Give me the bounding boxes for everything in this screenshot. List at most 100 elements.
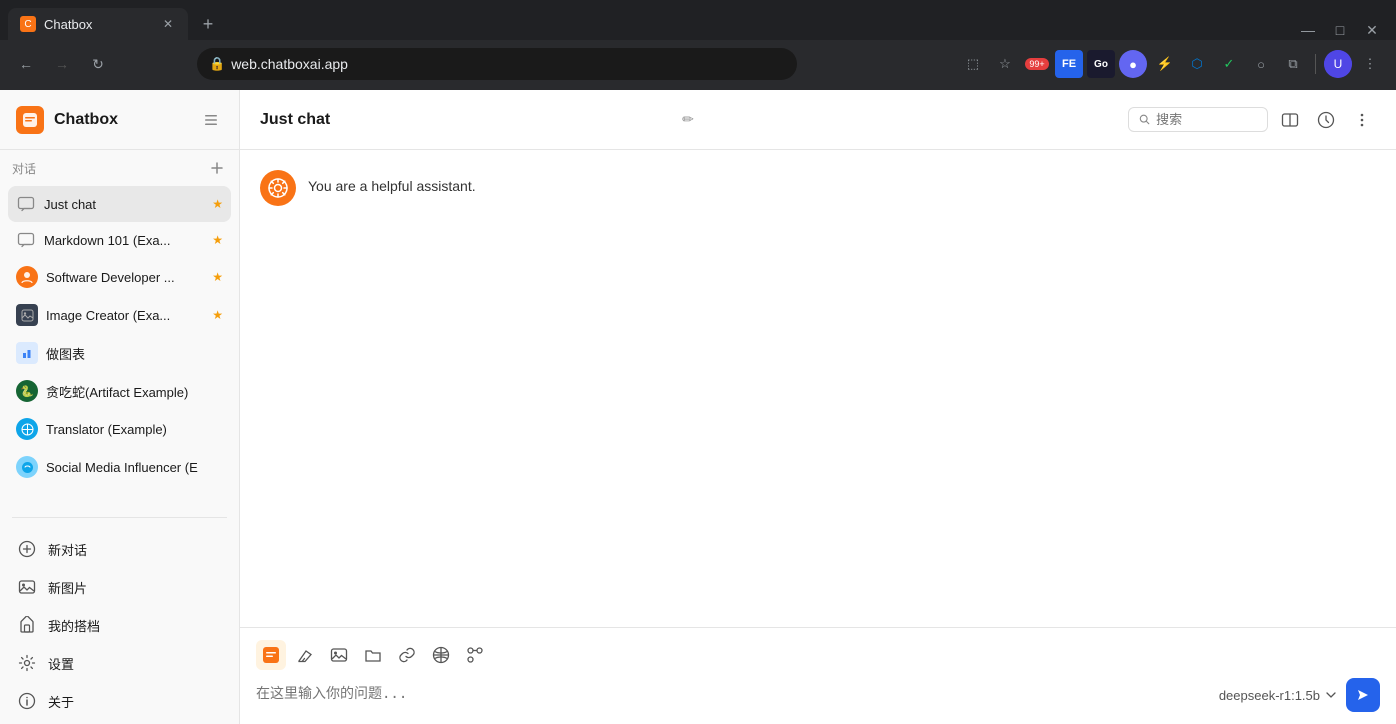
search-input[interactable] — [1156, 112, 1257, 127]
new-chat-label: 新对话 — [48, 540, 87, 559]
tab-favicon: C — [20, 16, 36, 32]
new-chat-icon — [16, 538, 38, 560]
history-button[interactable] — [1312, 106, 1340, 134]
chat-avatar — [16, 418, 38, 440]
about-label: 关于 — [48, 692, 74, 711]
chat-avatar — [16, 266, 38, 288]
section-label: 对话 — [12, 158, 227, 178]
ext-lightning-icon[interactable]: ⚡ — [1151, 50, 1179, 78]
chat-item-star: ★ — [212, 308, 223, 322]
model-name: deepseek-r1:1.5b — [1219, 688, 1320, 703]
sidebar: Chatbox 对话 — [0, 90, 240, 724]
chat-item-translator[interactable]: Translator (Example) — [8, 410, 231, 448]
ext-circle-icon[interactable]: ● — [1119, 50, 1147, 78]
chat-avatar — [16, 342, 38, 364]
chat-item-label: Software Developer ... — [46, 270, 204, 285]
search-box[interactable] — [1128, 107, 1268, 132]
search-icon — [1139, 113, 1150, 126]
chat-item-markdown[interactable]: Markdown 101 (Exa... ★ — [8, 222, 231, 258]
app-logo — [16, 106, 44, 134]
new-image-icon — [16, 576, 38, 598]
system-avatar — [260, 170, 296, 206]
chat-item-star: ★ — [212, 197, 223, 211]
close-window-button[interactable]: ✕ — [1364, 22, 1380, 38]
chat-item-label: Image Creator (Exa... — [46, 308, 204, 323]
model-selector[interactable]: deepseek-r1:1.5b — [1219, 688, 1338, 703]
system-avatar-icon — [268, 178, 288, 198]
ext-circle2-icon[interactable]: ○ — [1247, 50, 1275, 78]
new-tab-button[interactable]: + — [192, 8, 224, 40]
chat-list: Just chat ★ Markdown 101 (Exa... ★ — [0, 186, 239, 509]
chat-item-social-media[interactable]: Social Media Influencer (E — [8, 448, 231, 486]
chat-item-snake[interactable]: 🐍 贪吃蛇(Artifact Example) — [8, 372, 231, 410]
maximize-button[interactable]: □ — [1332, 22, 1348, 38]
translate-extension[interactable]: ⬚ — [959, 50, 987, 78]
chat-item-software-developer[interactable]: Software Developer ... ★ — [8, 258, 231, 296]
chats-section: 对话 — [0, 150, 239, 186]
chat-item-label: Markdown 101 (Exa... — [44, 233, 204, 248]
bookmark-button[interactable]: ☆ — [991, 50, 1019, 78]
ext-badge-icon[interactable]: 99+ — [1023, 50, 1051, 78]
split-view-button[interactable] — [1276, 106, 1304, 134]
chat-item-label: Translator (Example) — [46, 422, 223, 437]
extensions-button[interactable]: ⧉ — [1279, 50, 1307, 78]
send-icon — [1355, 687, 1371, 703]
url-display: web.chatboxai.app — [231, 56, 348, 72]
chat-item-just-chat[interactable]: Just chat ★ — [8, 186, 231, 222]
toolbar-link-button[interactable] — [392, 640, 422, 670]
browser-tab[interactable]: C Chatbox ✕ — [8, 8, 188, 40]
profile-avatar[interactable]: U — [1324, 50, 1352, 78]
chat-item-zuobiaozhong[interactable]: 做图表 — [8, 334, 231, 372]
more-options-button[interactable] — [1348, 106, 1376, 134]
address-bar[interactable]: 🔒 web.chatboxai.app — [197, 48, 797, 80]
ext-vs-icon[interactable]: ⬡ — [1183, 50, 1211, 78]
forward-button[interactable]: → — [48, 50, 76, 78]
chat-item-label: 做图表 — [46, 344, 223, 363]
system-message-text: You are a helpful assistant. — [308, 170, 476, 194]
toolbar-globe-button[interactable] — [426, 640, 456, 670]
collapse-sidebar-button[interactable] — [199, 108, 223, 132]
chat-item-label: Social Media Influencer (E — [46, 460, 223, 475]
new-image-button[interactable]: 新图片 — [8, 568, 231, 606]
toolbar-eraser-button[interactable] — [290, 640, 320, 670]
section-action-button[interactable] — [207, 158, 227, 178]
new-image-label: 新图片 — [48, 578, 87, 597]
toolbar-chatbox-button[interactable] — [256, 640, 286, 670]
input-toolbar — [256, 640, 1380, 670]
tab-close-button[interactable]: ✕ — [160, 16, 176, 32]
input-row: deepseek-r1:1.5b — [256, 678, 1380, 712]
about-button[interactable]: 关于 — [8, 682, 231, 720]
system-message: You are a helpful assistant. — [260, 170, 1376, 206]
header-actions — [1128, 106, 1376, 134]
send-button[interactable] — [1346, 678, 1380, 712]
settings-button[interactable]: 设置 — [8, 644, 231, 682]
ext-fe-icon[interactable]: FE — [1055, 50, 1083, 78]
chat-input[interactable] — [256, 683, 1209, 707]
reload-button[interactable]: ↻ — [84, 50, 112, 78]
chat-item-label: 贪吃蛇(Artifact Example) — [46, 382, 223, 401]
app-title: Chatbox — [54, 111, 189, 129]
minimize-button[interactable]: — — [1300, 22, 1316, 38]
conversation-title: Just chat — [260, 111, 670, 129]
input-area: deepseek-r1:1.5b — [240, 627, 1396, 724]
toolbar-tools-button[interactable] — [460, 640, 490, 670]
about-icon — [16, 690, 38, 712]
model-chevron-icon — [1324, 688, 1338, 702]
back-button[interactable]: ← — [12, 50, 40, 78]
main-header: Just chat ✏ — [240, 90, 1396, 150]
main-content: Just chat ✏ — [240, 90, 1396, 724]
ext-go-icon[interactable]: Go — [1087, 50, 1115, 78]
new-chat-button[interactable]: 新对话 — [8, 530, 231, 568]
my-copilot-button[interactable]: 我的搭档 — [8, 606, 231, 644]
toolbar-folder-button[interactable] — [358, 640, 388, 670]
browser-menu-button[interactable]: ⋮ — [1356, 50, 1384, 78]
sidebar-header: Chatbox — [0, 90, 239, 150]
ext-check-icon[interactable]: ✓ — [1215, 50, 1243, 78]
chat-item-star: ★ — [212, 233, 223, 247]
chat-icon — [16, 194, 36, 214]
toolbar-image-button[interactable] — [324, 640, 354, 670]
edit-title-button[interactable]: ✏ — [682, 111, 694, 128]
chat-item-image-creator[interactable]: Image Creator (Exa... ★ — [8, 296, 231, 334]
settings-label: 设置 — [48, 654, 74, 673]
chat-item-label: Just chat — [44, 197, 204, 212]
